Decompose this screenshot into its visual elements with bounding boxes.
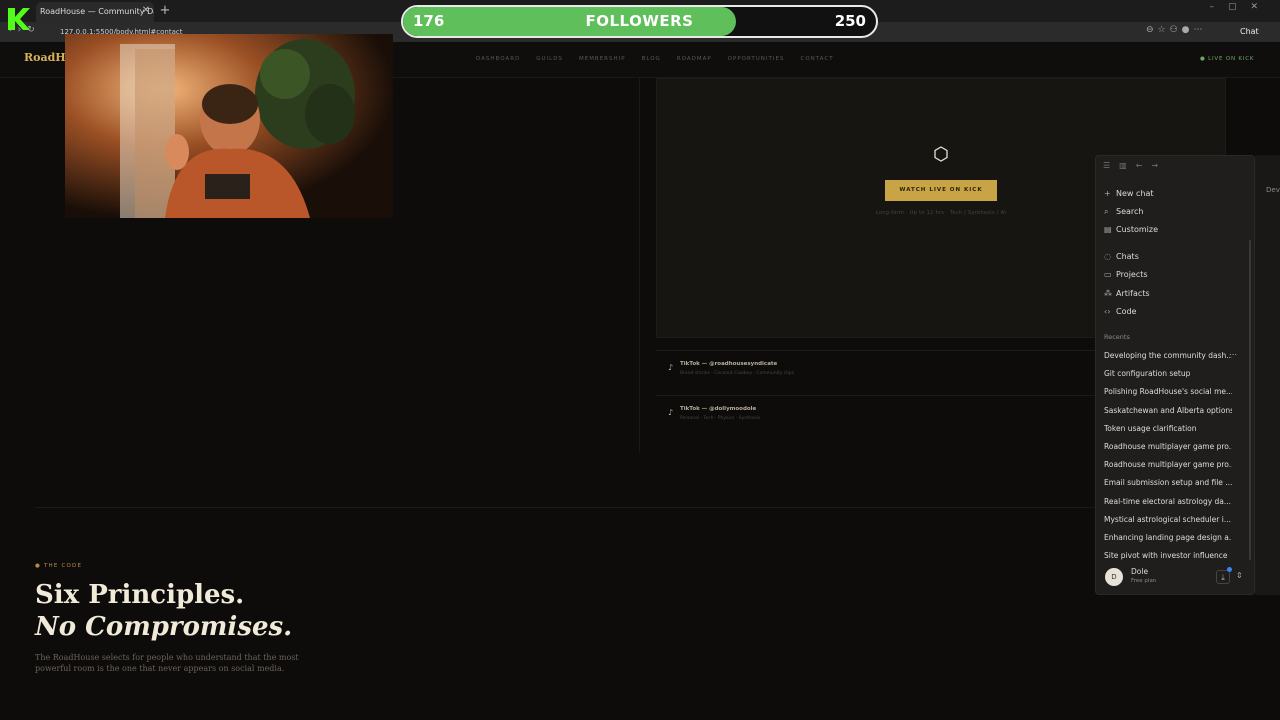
followers-goal: 250 [834,12,866,30]
site-nav: DASHBOARD GUILDS MEMBERSHIP BLOG ROADMAP… [476,56,834,62]
recent-chat-item[interactable]: Email submission setup and file ... [1104,477,1232,489]
nav-opportunities[interactable]: OPPORTUNITIES [728,56,785,62]
music-note-icon: ♪ [668,363,674,372]
section-heading-line1: Six Principles. [35,580,245,610]
nav-blog[interactable]: BLOG [642,56,661,62]
followers-goal-bar: 176 FOLLOWERS 250 [401,5,878,38]
tiktok-link-row[interactable]: ♪ TikTok — @dollymoodole Personal · Tech… [656,395,1096,427]
plus-icon: + [1104,189,1111,198]
download-icon[interactable]: ⤓ [1216,570,1230,584]
chevron-updown-icon[interactable]: ⇕ [1236,571,1243,580]
new-tab-icon[interactable]: + [158,3,172,19]
music-note-icon: ♪ [668,408,674,417]
sidebar-item-chats[interactable]: ◌ Chats [1104,249,1244,265]
tiktok-subtitle: Personal · Tech · Physics · Synthesis [680,416,761,421]
column-divider [639,78,640,452]
sidebar-toolbar-icons[interactable]: ☰▥←→ [1103,161,1167,170]
close-tab-icon[interactable]: ✕ [140,2,152,20]
avatar[interactable]: D [1105,568,1123,586]
section-heading-line2: No Compromises. [35,612,293,642]
user-name[interactable]: Dole [1131,567,1148,576]
recent-chat-item[interactable]: Enhancing landing page design a... [1104,532,1232,544]
window-controls[interactable]: –▢✕ [1209,2,1272,12]
recent-chat-item[interactable]: Roadhouse multiplayer game pro... [1104,441,1232,453]
sidebar-scrollbar[interactable] [1249,240,1251,560]
hexagon-icon [933,146,949,162]
recent-chat-item[interactable]: Site pivot with investor influence [1104,550,1232,562]
nav-roadmap[interactable]: ROADMAP [677,56,712,62]
extension-icons[interactable]: ⊖☆⚇●⋯ [1146,25,1207,35]
chat-panel-peek-text: Dev [1266,186,1280,194]
recent-chat-item[interactable]: Git configuration setup [1104,368,1232,380]
nav-guilds[interactable]: GUILDS [536,56,563,62]
tiktok-title: TikTok — @roadhousesyndicate [680,361,778,367]
customize-icon: ▤ [1104,225,1112,234]
tiktok-title: TikTok — @dollymoodole [680,406,757,412]
recents-label: Recents [1104,333,1130,341]
browser-tab[interactable]: RoadHouse — Community Dashb... [36,2,154,22]
sidebar-item-artifacts[interactable]: ⁂ Artifacts [1104,286,1244,302]
more-options-icon[interactable]: ⋯ [1229,350,1237,359]
tiktok-link-row[interactable]: ♪ TikTok — @roadhousesyndicate Brand sto… [656,350,1096,382]
user-plan: Free plan [1131,578,1157,584]
search-icon: ⌕ [1104,207,1109,216]
watch-live-button[interactable]: WATCH LIVE ON KICK [885,180,997,201]
section-divider [35,507,1095,508]
recent-chat-item[interactable]: Polishing RoadHouse's social me... [1104,386,1232,398]
nav-membership[interactable]: MEMBERSHIP [579,56,626,62]
watch-subtitle: Long-form · Up to 12 hrs · Tech / Synthe… [875,210,1007,216]
section-tag: ● THE CODE [35,563,83,569]
section-description: The RoadHouse selects for people who und… [35,653,299,673]
recent-chat-item[interactable]: Developing the community dash... [1104,350,1232,362]
notification-dot [1227,567,1232,572]
tab-title: RoadHouse — Community Dashb... [40,7,154,16]
code-icon: ‹› [1104,307,1111,316]
webcam-overlay [65,34,393,218]
recent-chat-item[interactable]: Mystical astrological scheduler i... [1104,514,1232,526]
chat-button[interactable]: Chat [1240,25,1259,39]
chats-icon: ◌ [1104,252,1111,261]
sidebar-item-customize[interactable]: ▤ Customize [1104,222,1244,238]
tiktok-subtitle: Brand stories · Coconut Cowboy · Communi… [680,371,795,376]
followers-label: FOLLOWERS [585,12,694,30]
nav-dashboard[interactable]: DASHBOARD [476,56,520,62]
sidebar-item-code[interactable]: ‹› Code [1104,304,1244,320]
live-on-kick-link[interactable]: ● LIVE ON KICK [1200,56,1254,62]
sidebar-item-search[interactable]: ⌕ Search [1104,204,1244,220]
recent-chat-item[interactable]: Saskatchewan and Alberta options [1104,405,1232,417]
kick-logo-icon [4,4,37,34]
chat-panel-peek [1255,155,1280,595]
recent-chat-item[interactable]: Token usage clarification [1104,423,1232,435]
recent-chat-item[interactable]: Roadhouse multiplayer game pro... [1104,459,1232,471]
nav-contact[interactable]: CONTACT [801,56,834,62]
sidebar-item-projects[interactable]: ▭ Projects [1104,267,1244,283]
artifacts-icon: ⁂ [1104,289,1112,298]
recent-chat-item[interactable]: Real-time electoral astrology da... [1104,496,1232,508]
projects-icon: ▭ [1104,270,1112,279]
sidebar-item-new-chat[interactable]: + New chat [1104,186,1244,202]
